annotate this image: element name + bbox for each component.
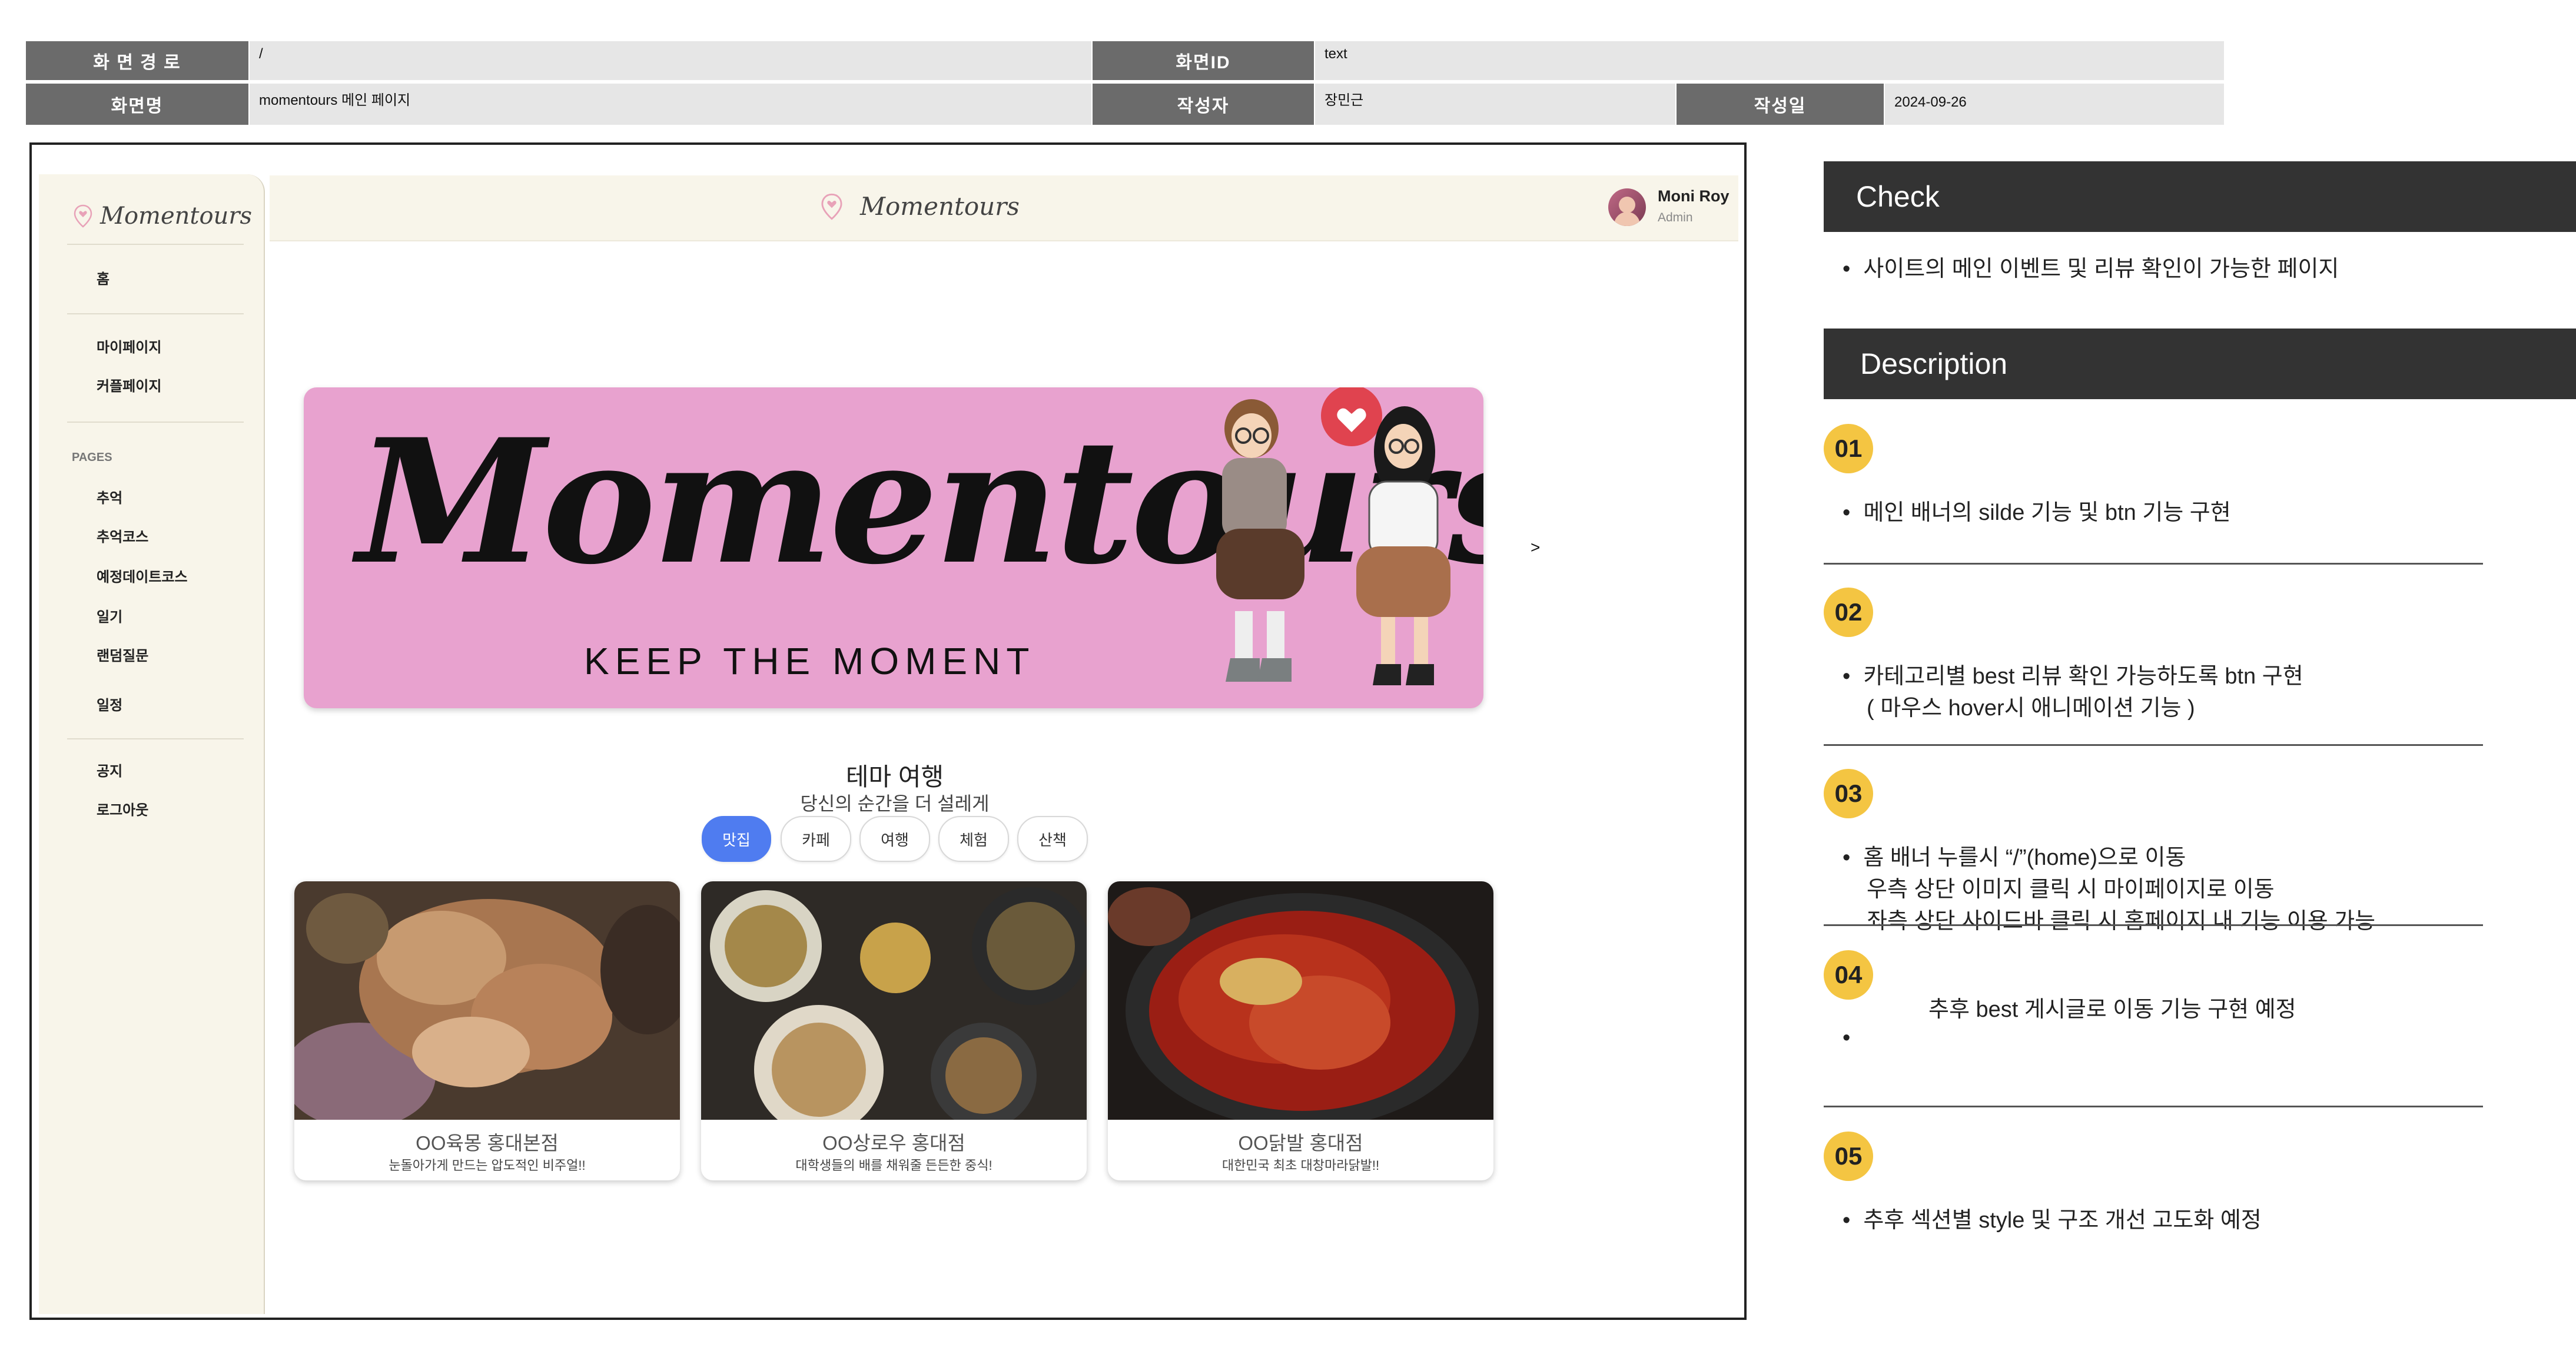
divider — [1824, 1106, 2483, 1107]
card-title: OO닭발 홍대점 — [1238, 1132, 1363, 1154]
review-card[interactable]: OO상로우 홍대점 대학생들의 배를 채워줄 든든한 중식! — [701, 881, 1087, 1180]
banner-next-arrow[interactable]: > — [1531, 538, 1540, 557]
description-item-02: • 카테고리별 best 리뷰 확인 가능하도록 btn 구현 ( 마우스 hov… — [1843, 664, 2303, 721]
screen-id-label: 화면ID — [1093, 41, 1314, 80]
item-line: 메인 배너의 silde 기능 및 btn 기능 구현 — [1863, 500, 2231, 525]
review-card[interactable]: OO육몽 홍대본점 눈돌아가게 만드는 압도적인 비주얼!! — [294, 881, 680, 1180]
user-role: Admin — [1658, 211, 1693, 224]
sidebar-section-label: PAGES — [72, 451, 112, 464]
couple-illustration — [1216, 387, 1450, 685]
sidebar-item-memory[interactable]: 추억 — [97, 486, 122, 507]
author-label: 작성자 — [1093, 84, 1314, 125]
check-header: Check — [1824, 161, 2576, 232]
item-number-badge: 03 — [1824, 769, 1873, 818]
sidebar-logo-text: Momentours — [100, 203, 252, 230]
top-bar: Momentours Moni Roy Admin — [270, 175, 1738, 241]
tab-restaurant[interactable]: 맛집 — [702, 816, 771, 862]
divider — [1824, 563, 2483, 565]
user-name: Moni Roy — [1658, 187, 1729, 205]
sidebar-divider — [67, 313, 244, 314]
card-description: 대한민국 최초 대창마라닭발!! — [1221, 1158, 1380, 1173]
sidebar-item-random-question[interactable]: 랜덤질문 — [97, 644, 148, 665]
review-card[interactable]: OO닭발 홍대점 대한민국 최초 대창마라닭발!! — [1108, 881, 1493, 1180]
date-value: 2024-09-26 — [1885, 84, 2224, 125]
sidebar-divider — [67, 422, 244, 423]
screen-id-value: text — [1315, 41, 2224, 80]
card-title: OO육몽 홍대본점 — [416, 1132, 559, 1154]
card-photo-chicken-feet — [1108, 881, 1493, 1120]
author-value: 장민근 — [1315, 84, 1675, 125]
sidebar-item-schedule[interactable]: 일정 — [97, 694, 122, 714]
banner-subtitle: KEEP THE MOMENT — [584, 640, 1035, 682]
divider — [1824, 744, 2483, 746]
card-description: 대학생들의 배를 채워줄 든든한 중식! — [795, 1158, 992, 1173]
card-photo-chinese — [701, 881, 1087, 1120]
description-item-01: • 메인 배너의 silde 기능 및 btn 기능 구현 — [1843, 500, 2231, 525]
card-photo-pork — [294, 881, 680, 1120]
screen-name-label: 화면명 — [26, 84, 248, 125]
tab-experience[interactable]: 체험 — [938, 816, 1009, 862]
item-line: 좌측 상단 사이드바 클릭 시 홈페이지 내 기능 이용 가능 — [1867, 909, 2376, 934]
description-item-03: • 홈 배너 누를시 “/”(home)으로 이동 우측 상단 이미지 클릭 시 … — [1843, 845, 2376, 934]
tab-walk[interactable]: 산책 — [1017, 816, 1088, 862]
card-description: 눈돌아가게 만드는 압도적인 비주얼!! — [389, 1158, 586, 1173]
top-logo[interactable]: Momentours — [820, 192, 1020, 221]
top-logo-text: Momentours — [860, 192, 1020, 221]
theme-subtitle: 당신의 순간을 더 설레게 — [800, 793, 990, 814]
sidebar-item-diary[interactable]: 일기 — [97, 605, 122, 626]
sidebar-item-couple[interactable]: 커플페이지 — [97, 374, 161, 395]
check-bullet: • 사이트의 메인 이벤트 및 리뷰 확인이 가능한 페이지 — [1843, 257, 2339, 281]
sidebar-divider — [67, 244, 244, 245]
description-header: Description — [1824, 329, 2576, 399]
item-line: ( 마우스 hover시 애니메이션 기능 ) — [1867, 696, 2195, 721]
sidebar-item-logout[interactable]: 로그아웃 — [97, 798, 148, 819]
item-line: 홈 배너 누를시 “/”(home)으로 이동 — [1863, 845, 2186, 870]
item-number-badge: 01 — [1824, 424, 1873, 473]
item-line: 카테고리별 best 리뷰 확인 가능하도록 btn 구현 — [1863, 664, 2303, 689]
sidebar: Momentours 홈 마이페이지 커플페이지 PAGES 추억 추억코스 예… — [39, 174, 265, 1314]
theme-title: 테마 여행 — [845, 763, 944, 791]
description-item-04-bullet: • — [1843, 1026, 1851, 1050]
item-number-badge: 02 — [1824, 588, 1873, 637]
screen-name-value: momentours 메인 페이지 — [250, 84, 1091, 125]
description-item-05: • 추후 섹션별 style 및 구조 개선 고도화 예정 — [1843, 1208, 2262, 1233]
path-value: / — [250, 41, 1091, 80]
sidebar-item-home[interactable]: 홈 — [97, 267, 109, 288]
sidebar-item-planned-course[interactable]: 예정데이트코스 — [97, 565, 188, 586]
location-pin-heart-icon — [821, 193, 842, 220]
user-avatar[interactable] — [1608, 188, 1646, 226]
sidebar-item-mypage[interactable]: 마이페이지 — [97, 336, 161, 356]
item-line: 추후 섹션별 style 및 구조 개선 고도화 예정 — [1863, 1208, 2262, 1233]
description-item-04-text: 추후 best 게시글로 이동 기능 구현 예정 — [1928, 997, 2296, 1022]
item-line: 우측 상단 이미지 클릭 시 마이페이지로 이동 — [1867, 877, 2275, 902]
item-number-badge: 04 — [1824, 950, 1873, 1000]
tab-travel[interactable]: 여행 — [859, 816, 930, 862]
date-label: 작성일 — [1677, 84, 1884, 125]
path-label: 화 면 경 로 — [26, 41, 248, 80]
sidebar-logo[interactable]: Momentours — [73, 203, 252, 230]
sidebar-divider — [67, 738, 244, 739]
check-bullet-text: 사이트의 메인 이벤트 및 리뷰 확인이 가능한 페이지 — [1863, 257, 2339, 281]
sidebar-item-notice[interactable]: 공지 — [97, 759, 122, 780]
divider — [1824, 924, 2483, 926]
location-pin-heart-icon — [74, 204, 92, 228]
main-banner[interactable]: Momentours KEEP THE MOMENT — [304, 387, 1483, 708]
card-title: OO상로우 홍대점 — [822, 1132, 965, 1154]
item-number-badge: 05 — [1824, 1132, 1873, 1181]
tab-cafe[interactable]: 카페 — [781, 816, 851, 862]
sidebar-item-memory-course[interactable]: 추억코스 — [97, 525, 148, 546]
